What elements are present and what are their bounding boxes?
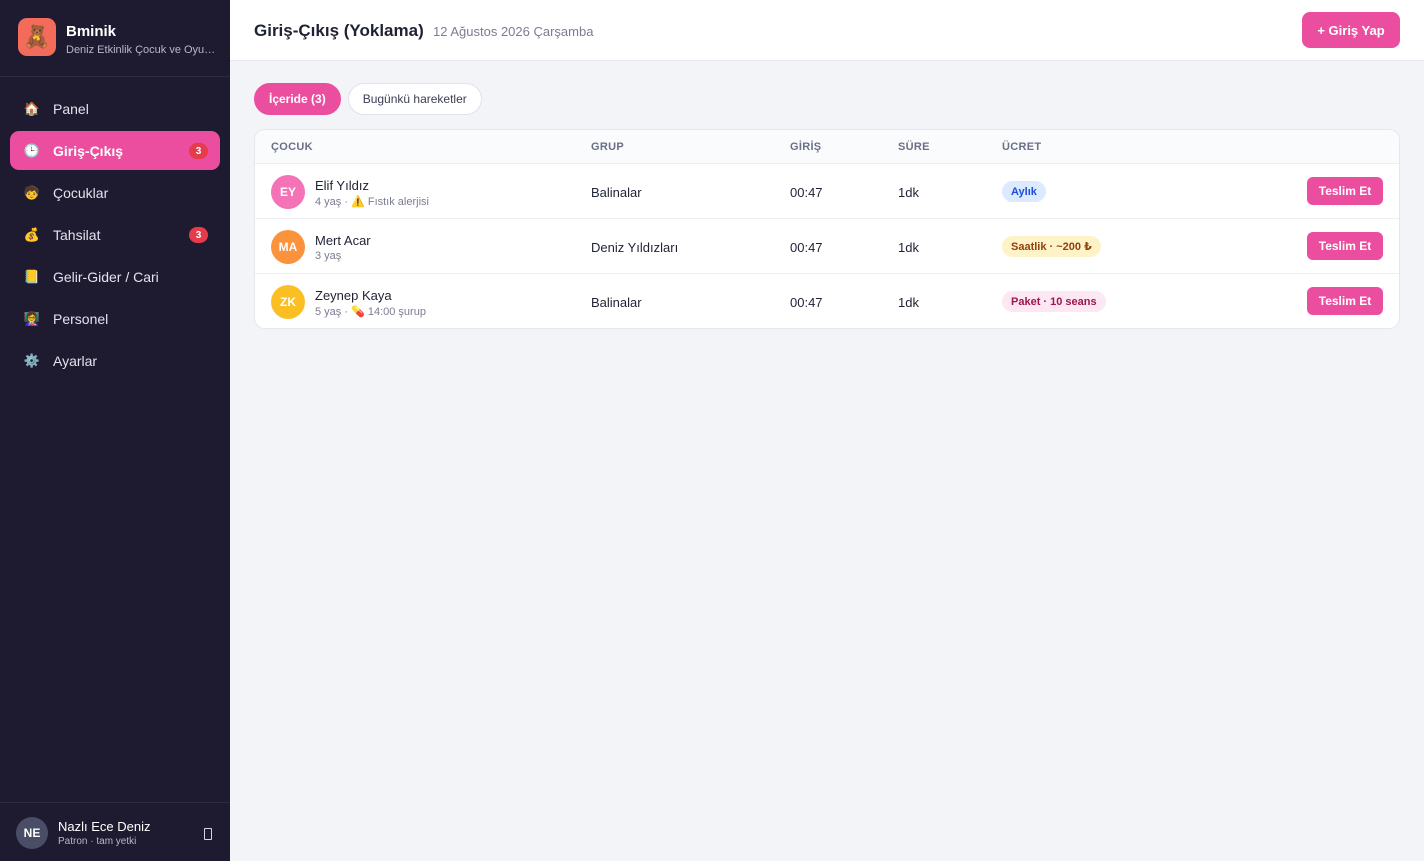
deliver-button[interactable]: Teslim Et	[1307, 287, 1383, 315]
child-name: Mert Acar	[315, 233, 371, 248]
user-profile: NE Nazlı Ece Deniz Patron · tam yetki	[0, 802, 230, 861]
tab-today-movements[interactable]: Bugünkü hareketler	[347, 83, 482, 115]
sidebar-item-panel[interactable]: 🏠 Panel	[10, 89, 220, 128]
table-header: ÇOCUK GRUP GİRİŞ SÜRE ÜCRET	[255, 130, 1399, 164]
sidebar-item-gelir-gider[interactable]: 📒 Gelir-Gider / Cari	[10, 257, 220, 296]
ledger-icon: 📒	[23, 268, 41, 284]
checkin-cell: 00:47	[790, 185, 823, 200]
sidebar-item-ayarlar[interactable]: ⚙️ Ayarlar	[10, 341, 220, 380]
sidebar-item-label: Çocuklar	[53, 184, 109, 201]
group-cell: Deniz Yıldızları	[591, 240, 679, 255]
group-cell: Balinalar	[591, 185, 642, 200]
sidebar-item-label: Panel	[53, 100, 89, 117]
staff-icon: 👩‍🏫	[23, 310, 41, 326]
deliver-button[interactable]: Teslim Et	[1307, 232, 1383, 260]
child-name: Elif Yıldız	[315, 178, 369, 193]
sidebar-item-cocuklar[interactable]: 🧒 Çocuklar	[10, 173, 220, 212]
group-cell: Balinalar	[591, 295, 642, 310]
fee-badge: Paket · 10 seans	[1002, 291, 1106, 312]
attendance-table: ÇOCUK GRUP GİRİŞ SÜRE ÜCRET EY Elif Yıld…	[254, 129, 1400, 329]
duration-cell: 1dk	[898, 185, 919, 200]
child-age: 5 yaş ·	[315, 306, 349, 318]
table-row: MA Mert Acar 3 yaş Deniz Yıldızları 00:4…	[255, 219, 1399, 274]
sidebar-item-label: Tahsilat	[53, 226, 101, 243]
deliver-button[interactable]: Teslim Et	[1307, 177, 1383, 205]
child-age: 4 yaş ·	[315, 196, 349, 208]
count-badge: 3	[189, 227, 208, 243]
child-note: Fıstık alerjisi	[367, 196, 429, 208]
child-note: 14:00 şurup	[367, 306, 426, 318]
money-bag-icon: 💰	[23, 226, 41, 242]
child-meta: 5 yaş · 💊 14:00 şurup	[315, 305, 426, 318]
tab-bar: İçeride (3) Bugünkü hareketler	[254, 83, 489, 115]
column-header-fee: ÜCRET	[1002, 141, 1042, 153]
logout-icon[interactable]	[204, 828, 212, 840]
duration-cell: 1dk	[898, 295, 919, 310]
warning-icon: ⚠️	[351, 196, 365, 208]
fee-badge: Aylık	[1002, 181, 1046, 202]
brand: 🧸 Bminik Deniz Etkinlik Çocuk ve Oyun Me…	[0, 0, 230, 77]
check-in-button[interactable]: + Giriş Yap	[1302, 12, 1400, 48]
child-icon: 🧒	[23, 184, 41, 200]
sidebar: 🧸 Bminik Deniz Etkinlik Çocuk ve Oyun Me…	[0, 0, 230, 861]
child-age: 3 yaş	[315, 250, 342, 262]
page-date: 12 Ağustos 2026 Çarşamba	[433, 24, 594, 39]
column-header-group: GRUP	[591, 141, 624, 153]
tab-inside[interactable]: İçeride (3)	[254, 83, 341, 115]
sidebar-item-giris-cikis[interactable]: 🕒 Giriş-Çıkış 3	[10, 131, 220, 170]
checkin-cell: 00:47	[790, 295, 823, 310]
home-icon: 🏠	[23, 100, 41, 116]
child-name: Zeynep Kaya	[315, 288, 392, 303]
sidebar-item-label: Giriş-Çıkış	[53, 142, 124, 159]
avatar: ZK	[271, 285, 305, 319]
sidebar-nav: 🏠 Panel 🕒 Giriş-Çıkış 3 🧒 Çocuklar 💰 Tah…	[10, 89, 220, 383]
brand-name: Bminik	[66, 23, 117, 40]
brand-subtitle: Deniz Etkinlik Çocuk ve Oyun Merkezi	[66, 44, 216, 56]
table-row: EY Elif Yıldız 4 yaş · ⚠️ Fıstık alerjis…	[255, 164, 1399, 219]
sidebar-item-label: Gelir-Gider / Cari	[53, 268, 159, 285]
avatar: MA	[271, 230, 305, 264]
count-badge: 3	[189, 143, 208, 159]
duration-cell: 1dk	[898, 240, 919, 255]
column-header-duration: SÜRE	[898, 141, 930, 153]
clock-icon: 🕒	[23, 142, 41, 158]
user-name: Nazlı Ece Deniz	[58, 819, 151, 834]
sidebar-item-personel[interactable]: 👩‍🏫 Personel	[10, 299, 220, 338]
teddy-bear-logo-icon: 🧸	[18, 18, 56, 56]
column-header-checkin: GİRİŞ	[790, 141, 822, 153]
sidebar-item-tahsilat[interactable]: 💰 Tahsilat 3	[10, 215, 220, 254]
sidebar-item-label: Ayarlar	[53, 352, 98, 369]
table-row: ZK Zeynep Kaya 5 yaş · 💊 14:00 şurup Bal…	[255, 274, 1399, 328]
column-header-child: ÇOCUK	[271, 141, 313, 153]
fee-badge: Saatlik · ~200 ₺	[1002, 236, 1101, 257]
checkin-cell: 00:47	[790, 240, 823, 255]
page-title: Giriş-Çıkış (Yoklama)	[254, 21, 424, 40]
sidebar-item-label: Personel	[53, 310, 109, 327]
user-role: Patron · tam yetki	[58, 836, 137, 847]
child-meta: 3 yaş	[315, 250, 341, 262]
pill-icon: 💊	[351, 306, 365, 318]
child-meta: 4 yaş · ⚠️ Fıstık alerjisi	[315, 195, 429, 208]
avatar[interactable]: NE	[16, 817, 48, 849]
gear-icon: ⚙️	[23, 352, 41, 368]
page-header: Giriş-Çıkış (Yoklama) 12 Ağustos 2026 Ça…	[230, 0, 1424, 61]
avatar: EY	[271, 175, 305, 209]
